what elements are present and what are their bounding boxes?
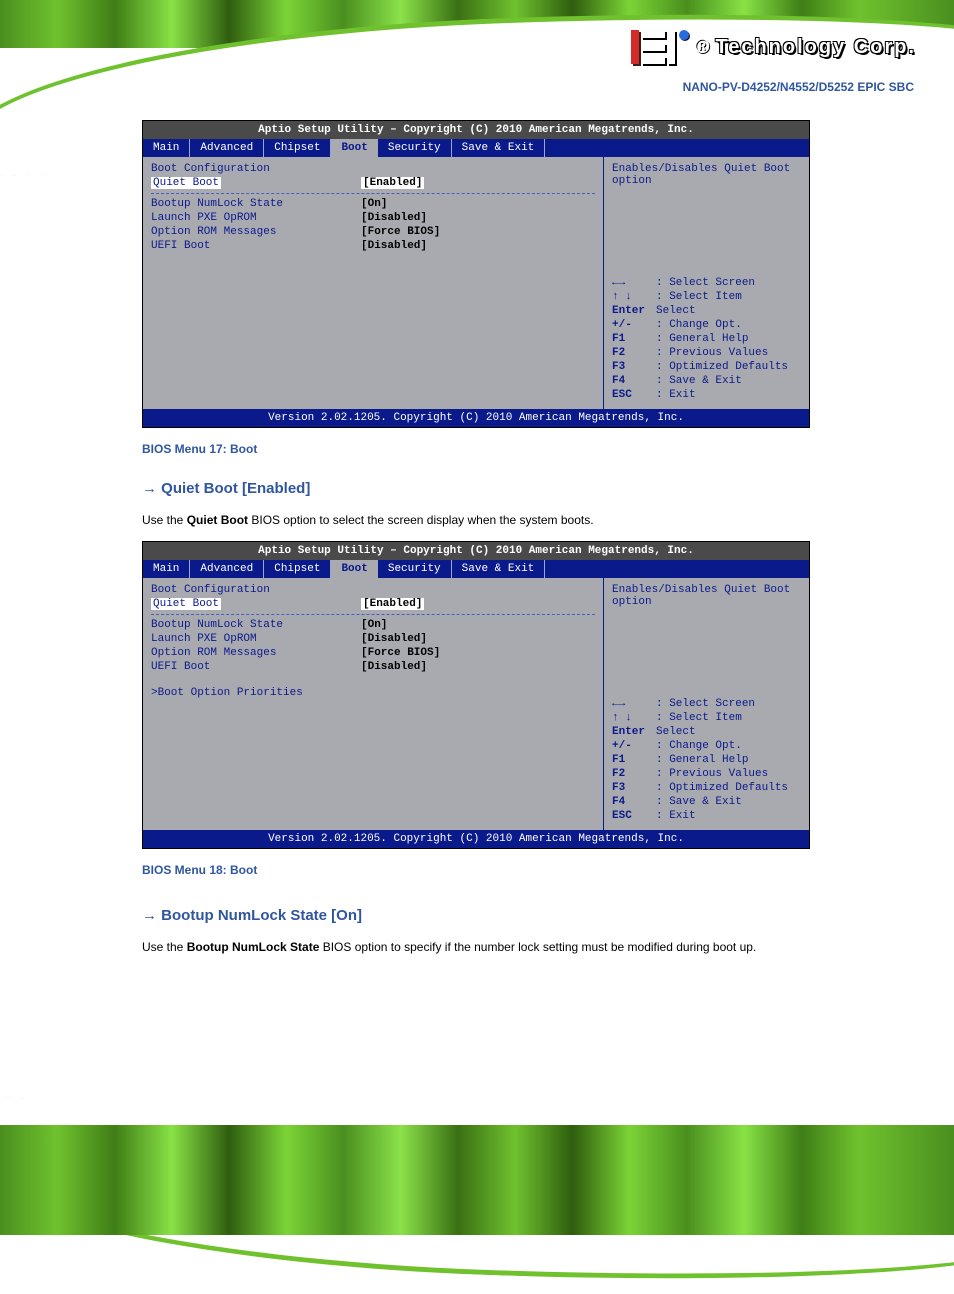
- field-pxe[interactable]: Launch PXE OpROM [Disabled]: [151, 212, 595, 224]
- divider: [151, 193, 595, 194]
- tab-security[interactable]: Security: [378, 139, 452, 157]
- bios-title: Aptio Setup Utility – Copyright (C) 2010…: [143, 121, 809, 139]
- footer-pcb-strip: [0, 1125, 954, 1235]
- bios-tabs: Main Advanced Chipset Boot Security Save…: [143, 560, 809, 578]
- brand-text: Technology Corp.: [715, 36, 916, 59]
- tab-security[interactable]: Security: [378, 560, 452, 578]
- field-oprom[interactable]: Option ROM Messages [Force BIOS]: [151, 647, 595, 659]
- divider: [151, 614, 595, 615]
- tab-main[interactable]: Main: [143, 139, 190, 157]
- group-label: Boot Configuration: [151, 584, 595, 596]
- field-quiet-boot[interactable]: Quiet Boot [Enabled]: [151, 598, 595, 610]
- bios-right-pane: Enables/Disables Quiet Boot option ←→: S…: [603, 578, 809, 830]
- option-heading-numlock: → Bootup NumLock State [On]: [142, 907, 810, 924]
- field-uefi[interactable]: UEFI Boot [Disabled]: [151, 661, 595, 673]
- bios-left-pane: Boot Configuration Quiet Boot [Enabled] …: [143, 157, 603, 409]
- submenu-icon: >: [151, 687, 158, 699]
- option-heading-quietboot: → Quiet Boot [Enabled]: [142, 480, 810, 497]
- help-text: Enables/Disables Quiet Boot option: [612, 584, 801, 696]
- field-numlock[interactable]: Bootup NumLock State [On]: [151, 619, 595, 631]
- arrow-icon: →: [142, 907, 161, 924]
- option-body-quietboot: Use the Quiet Boot BIOS option to select…: [142, 513, 810, 527]
- figure-caption-17: BIOS Menu 17: Boot: [142, 442, 810, 456]
- field-numlock[interactable]: Bootup NumLock State [On]: [151, 198, 595, 210]
- field-oprom[interactable]: Option ROM Messages [Force BIOS]: [151, 226, 595, 238]
- bios-left-pane: Boot Configuration Quiet Boot [Enabled] …: [143, 578, 603, 830]
- arrow-icon: →: [142, 480, 161, 497]
- field-quiet-boot[interactable]: Quiet Boot [Enabled]: [151, 177, 595, 189]
- tab-chipset[interactable]: Chipset: [264, 560, 331, 578]
- figure-caption-18: BIOS Menu 18: Boot: [142, 863, 810, 877]
- key-hints: ←→: Select Screen ↑ ↓: Select Item Enter…: [612, 696, 801, 824]
- tab-saveexit[interactable]: Save & Exit: [452, 139, 546, 157]
- tab-saveexit[interactable]: Save & Exit: [452, 560, 546, 578]
- iei-logo: [631, 30, 689, 64]
- product-subtitle: NANO-PV-D4252/N4552/D5252 EPIC SBC: [683, 80, 914, 94]
- tab-boot[interactable]: Boot: [331, 139, 377, 157]
- bios-tabs: Main Advanced Chipset Boot Security Save…: [143, 139, 809, 157]
- bios-copyright: Version 2.02.1205. Copyright (C) 2010 Am…: [143, 830, 809, 848]
- brand-logo: ® Technology Corp.: [631, 30, 916, 64]
- tab-advanced[interactable]: Advanced: [190, 560, 264, 578]
- bios-copyright: Version 2.02.1205. Copyright (C) 2010 Am…: [143, 409, 809, 427]
- bios-screenshot-1: Aptio Setup Utility – Copyright (C) 2010…: [142, 120, 810, 428]
- tab-boot[interactable]: Boot: [331, 560, 377, 578]
- page-content: Aptio Setup Utility – Copyright (C) 2010…: [142, 120, 810, 964]
- submenu-boot-priorities[interactable]: > Boot Option Priorities: [151, 687, 595, 699]
- tab-main[interactable]: Main: [143, 560, 190, 578]
- bios-right-pane: Enables/Disables Quiet Boot option ←→: S…: [603, 157, 809, 409]
- option-body-numlock: Use the Bootup NumLock State BIOS option…: [142, 940, 810, 954]
- bios-screenshot-2: Aptio Setup Utility – Copyright (C) 2010…: [142, 541, 810, 849]
- tab-advanced[interactable]: Advanced: [190, 139, 264, 157]
- group-label: Boot Configuration: [151, 163, 595, 175]
- bios-title: Aptio Setup Utility – Copyright (C) 2010…: [143, 542, 809, 560]
- field-pxe[interactable]: Launch PXE OpROM [Disabled]: [151, 633, 595, 645]
- field-uefi[interactable]: UEFI Boot [Disabled]: [151, 240, 595, 252]
- tab-chipset[interactable]: Chipset: [264, 139, 331, 157]
- help-text: Enables/Disables Quiet Boot option: [612, 163, 801, 275]
- key-hints: ←→: Select Screen ↑ ↓: Select Item Enter…: [612, 275, 801, 403]
